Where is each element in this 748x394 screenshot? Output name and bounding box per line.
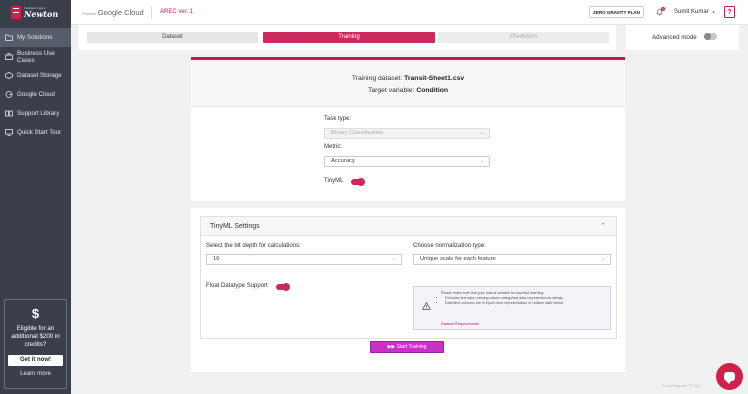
float-datatype-toggle[interactable] xyxy=(276,283,290,291)
credits-promo: $ Eligible for an additional $200 in cre… xyxy=(4,299,67,389)
training-dataset-name: Transit-Sheet1.csv xyxy=(404,75,465,82)
chevron-down-icon: ⌄ xyxy=(479,130,484,136)
normalization-value: Unique scale for each feature xyxy=(420,256,496,262)
book-icon xyxy=(5,110,13,117)
bit-depth-value: 16 xyxy=(213,256,220,262)
tinyml-card: TinyML Settings ⌃ Select the bit depth f… xyxy=(191,208,625,372)
task-type-label: Task type: xyxy=(324,116,352,122)
tinyml-settings-header[interactable]: TinyML Settings ⌃ xyxy=(201,217,616,236)
dataset-requirements-link[interactable]: Dataset Requirements xyxy=(441,322,479,326)
bit-depth-label: Select the bit depth for calculations: xyxy=(206,243,301,249)
logo-name: Newton xyxy=(24,8,59,19)
tinyml-toggle[interactable] xyxy=(351,178,365,186)
advanced-mode-label: Advanced mode xyxy=(652,34,697,41)
dollar-icon: $ xyxy=(31,306,40,321)
training-dataset-label: Training dataset: xyxy=(351,75,403,82)
task-type-value: Binary Classification xyxy=(331,130,384,136)
normalization-select[interactable]: Unique scale for each feature ⌄ xyxy=(413,254,611,265)
sidebar-item-label: My Solutions xyxy=(17,34,53,41)
powered-by-label: Powered xyxy=(82,12,96,16)
training-card: Training dataset: Transit-Sheet1.csv Tar… xyxy=(191,57,625,201)
target-variable-label: Target variable: xyxy=(367,87,415,94)
chat-button[interactable] xyxy=(716,363,743,390)
user-name[interactable]: Sumit Kumar xyxy=(674,9,709,15)
sidebar-item-label: Quick Start Tour xyxy=(17,129,62,136)
sidebar-item-label: Business Use Cases xyxy=(17,49,55,64)
tab-dataset[interactable]: Dataset xyxy=(87,32,258,43)
sidebar: Intelligent Agent Newton My Solutions Bu… xyxy=(0,0,71,394)
info-text: Please make sure that your data is suita… xyxy=(441,291,563,307)
chevron-down-icon[interactable]: ⌄ xyxy=(711,8,716,15)
training-dataset-line: Training dataset: Transit-Sheet1.csv xyxy=(191,75,625,82)
sidebar-item-dataset-storage[interactable]: Dataset Storage xyxy=(0,66,71,85)
project-name[interactable]: AREC ver. 1 xyxy=(160,9,193,15)
tab-training[interactable]: Training xyxy=(263,32,435,43)
storage-icon xyxy=(5,72,13,79)
advanced-mode-toggle[interactable] xyxy=(704,33,717,40)
sidebar-item-label: Support Library xyxy=(17,110,60,117)
learn-more-link[interactable]: Learn more xyxy=(5,371,66,377)
info-item: Date/time columns are in epoch time repr… xyxy=(445,301,563,306)
briefcase-icon xyxy=(5,53,13,60)
start-training-label: Start Training xyxy=(396,344,427,350)
metric-select[interactable]: Accuracy ⌄ xyxy=(324,156,490,167)
tinyml-label: TinyML xyxy=(324,178,344,184)
footer-copyright: AutoIntegrator © 2022 xyxy=(662,383,702,388)
help-button[interactable]: ? xyxy=(724,6,735,18)
chevron-up-icon[interactable]: ⌃ xyxy=(600,222,606,230)
sidebar-item-quick-start-tour[interactable]: Quick Start Tour xyxy=(0,123,71,142)
get-it-now-button[interactable]: Get it now! xyxy=(8,355,63,367)
normalization-label: Choose normalization type: xyxy=(413,243,486,249)
play-icon: ▶▶ xyxy=(387,344,396,350)
data-requirements-info: Please make sure that your data is suita… xyxy=(413,286,611,330)
sidebar-item-business-use-cases[interactable]: Business Use Cases xyxy=(0,47,71,66)
sidebar-item-google-cloud[interactable]: Google Cloud xyxy=(0,85,71,104)
step-tabs: Dataset Training Prediction xyxy=(78,25,616,50)
folder-icon xyxy=(5,34,13,41)
google-cloud-logo: Powered Google Cloud xyxy=(82,8,144,17)
target-variable-name: Condition xyxy=(416,87,449,94)
cloud-icon xyxy=(5,91,13,98)
warning-icon xyxy=(421,301,432,312)
top-bar: Powered Google Cloud AREC ver. 1 ZERO GR… xyxy=(71,0,748,25)
start-training-button[interactable]: ▶▶ Start Training xyxy=(370,341,444,353)
divider xyxy=(151,6,152,19)
notification-badge: 1 xyxy=(661,7,665,11)
float-datatype-label: Float Datatype Support xyxy=(206,283,268,289)
promo-text: Eligible for an additional $200 in credi… xyxy=(11,325,60,349)
task-type-select: Binary Classification ⌄ xyxy=(324,128,490,139)
plan-button[interactable]: ZERO GRAVITY PLAN xyxy=(589,6,644,18)
sidebar-item-support-library[interactable]: Support Library xyxy=(0,104,71,123)
logo-icon xyxy=(11,5,21,19)
target-variable-line: Target variable: Condition xyxy=(191,87,625,94)
bit-depth-select[interactable]: 16 ⌄ xyxy=(206,254,402,265)
logo[interactable]: Intelligent Agent Newton xyxy=(11,3,59,21)
tinyml-settings-panel: TinyML Settings ⌃ Select the bit depth f… xyxy=(200,216,617,339)
chevron-down-icon: ⌄ xyxy=(600,256,605,262)
dataset-summary: Training dataset: Transit-Sheet1.csv Tar… xyxy=(191,60,625,107)
advanced-mode-panel: Advanced mode xyxy=(626,25,739,50)
chat-icon xyxy=(724,372,735,384)
sidebar-item-my-solutions[interactable]: My Solutions xyxy=(0,28,71,47)
tinyml-settings-title: TinyML Settings xyxy=(210,223,260,230)
sidebar-item-label: Dataset Storage xyxy=(17,72,62,79)
sidebar-nav: My Solutions Business Use Cases Dataset … xyxy=(0,28,71,142)
tab-prediction[interactable]: Prediction xyxy=(438,32,609,43)
chevron-down-icon: ⌄ xyxy=(479,158,484,164)
monitor-icon xyxy=(5,129,13,136)
metric-label: Metric: xyxy=(324,144,342,150)
metric-value: Accuracy xyxy=(331,158,355,164)
chevron-down-icon: ⌄ xyxy=(391,256,396,262)
google-cloud-name: Google Cloud xyxy=(97,8,144,17)
sidebar-item-label: Google Cloud xyxy=(17,91,55,98)
